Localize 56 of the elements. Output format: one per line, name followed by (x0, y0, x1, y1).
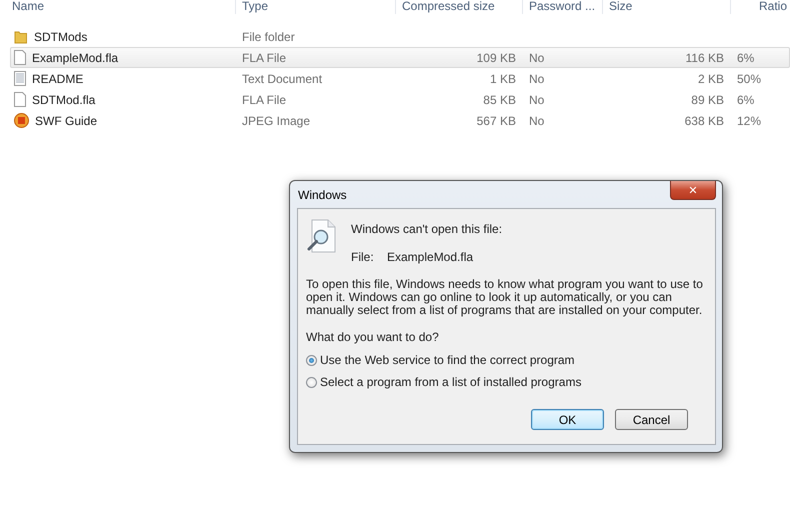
column-header[interactable]: Name (0, 0, 235, 14)
file-row[interactable]: SWF Guide JPEG Image 567 KB No 638 KB 12% (10, 110, 790, 131)
file-label: File: (351, 250, 375, 264)
option-label[interactable]: Use the Web service to find the correct program (320, 353, 575, 367)
password-status: No (529, 92, 544, 106)
file-name: SDTMod.fla (32, 92, 96, 106)
radio-button[interactable] (306, 354, 317, 366)
compressed-size: 85 KB (482, 92, 516, 106)
file-search-icon (306, 219, 337, 254)
file-type: FLA File (241, 92, 288, 106)
column-header[interactable]: Type (235, 0, 395, 14)
file-size: 89 KB (690, 92, 724, 106)
file-size: 2 KB (696, 72, 724, 86)
compression-ratio: 12% (737, 114, 762, 128)
password-status: No (529, 72, 544, 86)
image-file-icon (14, 113, 29, 128)
file-row[interactable]: ExampleMod.fla FLA File 109 KB No 116 KB 6% (10, 47, 790, 68)
dialog-button[interactable]: OK (531, 409, 604, 430)
column-header[interactable]: Size (602, 0, 730, 14)
window-title: Windows (297, 188, 347, 202)
file-row[interactable]: SDTMods File folder (10, 26, 790, 47)
file-type: File folder (241, 30, 296, 44)
file-size: 116 KB (684, 50, 724, 64)
dialog-message: To open this file, Windows needs to know what program you want to use to open it. Windows can go online to look it up automatically, or you can manually select from a list of programs that are installed on your computer. (306, 278, 704, 317)
dialog-question: What do you want to do? (306, 330, 440, 344)
file-type: Text Document (241, 72, 324, 86)
folder-icon (14, 30, 28, 44)
file-name: SWF Guide (35, 114, 98, 128)
file-name: SDTMods (34, 30, 88, 44)
text-file-icon (14, 71, 26, 86)
file-row[interactable]: SDTMod.fla FLA File 85 KB No 89 KB 6% (10, 89, 790, 110)
file-type: JPEG Image (241, 114, 312, 128)
compression-ratio: 50% (737, 72, 762, 86)
close-button[interactable]: ✕ (670, 181, 716, 200)
option-label[interactable]: Select a program from a list of installed programs (320, 375, 582, 389)
dialog-heading: Windows can't open this file: (351, 222, 502, 236)
compression-ratio: 6% (737, 92, 754, 106)
file-row[interactable]: README Text Document 1 KB No 2 KB 50% (10, 68, 790, 89)
file-type: FLA File (241, 50, 288, 64)
radio-button[interactable] (306, 376, 317, 388)
compressed-size: 109 KB (476, 50, 516, 64)
file-size: 638 KB (684, 114, 724, 128)
column-header[interactable]: Ratio (730, 0, 790, 14)
compressed-size: 1 KB (488, 72, 516, 86)
column-header[interactable]: Compressed size (395, 0, 522, 14)
column-header[interactable]: Password ... (522, 0, 602, 14)
file-name: README (32, 72, 84, 86)
file-icon (14, 50, 26, 65)
compression-ratio: 6% (737, 50, 754, 64)
dialog-button[interactable]: Cancel (615, 409, 688, 430)
compressed-size: 567 KB (476, 114, 516, 128)
password-status: No (529, 114, 544, 128)
password-status: No (529, 50, 544, 64)
file-icon (14, 92, 26, 107)
file-name: ExampleMod.fla (32, 50, 118, 64)
file-name: ExampleMod.fla (387, 250, 474, 264)
